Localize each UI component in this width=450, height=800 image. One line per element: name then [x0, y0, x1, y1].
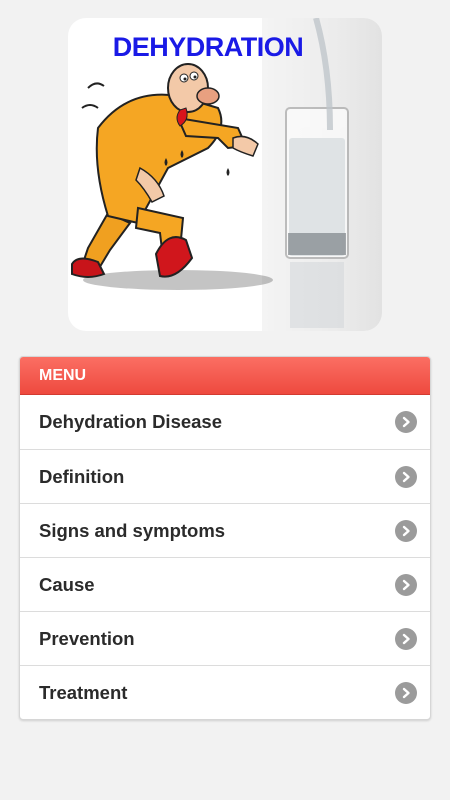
menu-item-label: Prevention	[39, 627, 135, 649]
chevron-right-icon	[395, 465, 417, 488]
menu-item-definition[interactable]: Definition	[20, 449, 430, 503]
chevron-right-icon	[395, 411, 417, 433]
chevron-right-icon	[395, 519, 417, 542]
menu-card: MENU Dehydration Disease Definition Signs …	[19, 356, 431, 720]
menu-item-prevention[interactable]: Prevention	[20, 611, 430, 665]
menu-item-cause[interactable]: Cause	[20, 557, 430, 611]
menu-item-label: Signs and symptoms	[39, 519, 226, 541]
banner-title: DEHYDRATION	[112, 32, 304, 62]
chevron-right-icon	[395, 573, 417, 596]
menu-item-treatment[interactable]: Treatment	[20, 665, 430, 719]
chevron-right-icon	[395, 681, 417, 704]
chevron-right-icon	[395, 627, 417, 650]
dehydration-illustration	[71, 18, 349, 328]
menu-item-signs-and-symptoms[interactable]: Signs and symptoms	[20, 503, 430, 557]
menu-list: Dehydration Disease Definition Signs and s…	[20, 395, 430, 719]
banner-image: DEHYDRATION	[68, 18, 382, 331]
menu-item-label: Definition	[39, 465, 125, 487]
menu-item-label: Dehydration Disease	[39, 411, 223, 432]
menu-item-label: Cause	[39, 573, 95, 595]
menu-header: MENU	[20, 357, 430, 395]
menu-item-dehydration-disease[interactable]: Dehydration Disease	[20, 395, 430, 449]
menu-item-label: Treatment	[39, 681, 128, 703]
app-screen: DEHYDRATION MENU Dehydration Disease Defi…	[0, 0, 450, 800]
